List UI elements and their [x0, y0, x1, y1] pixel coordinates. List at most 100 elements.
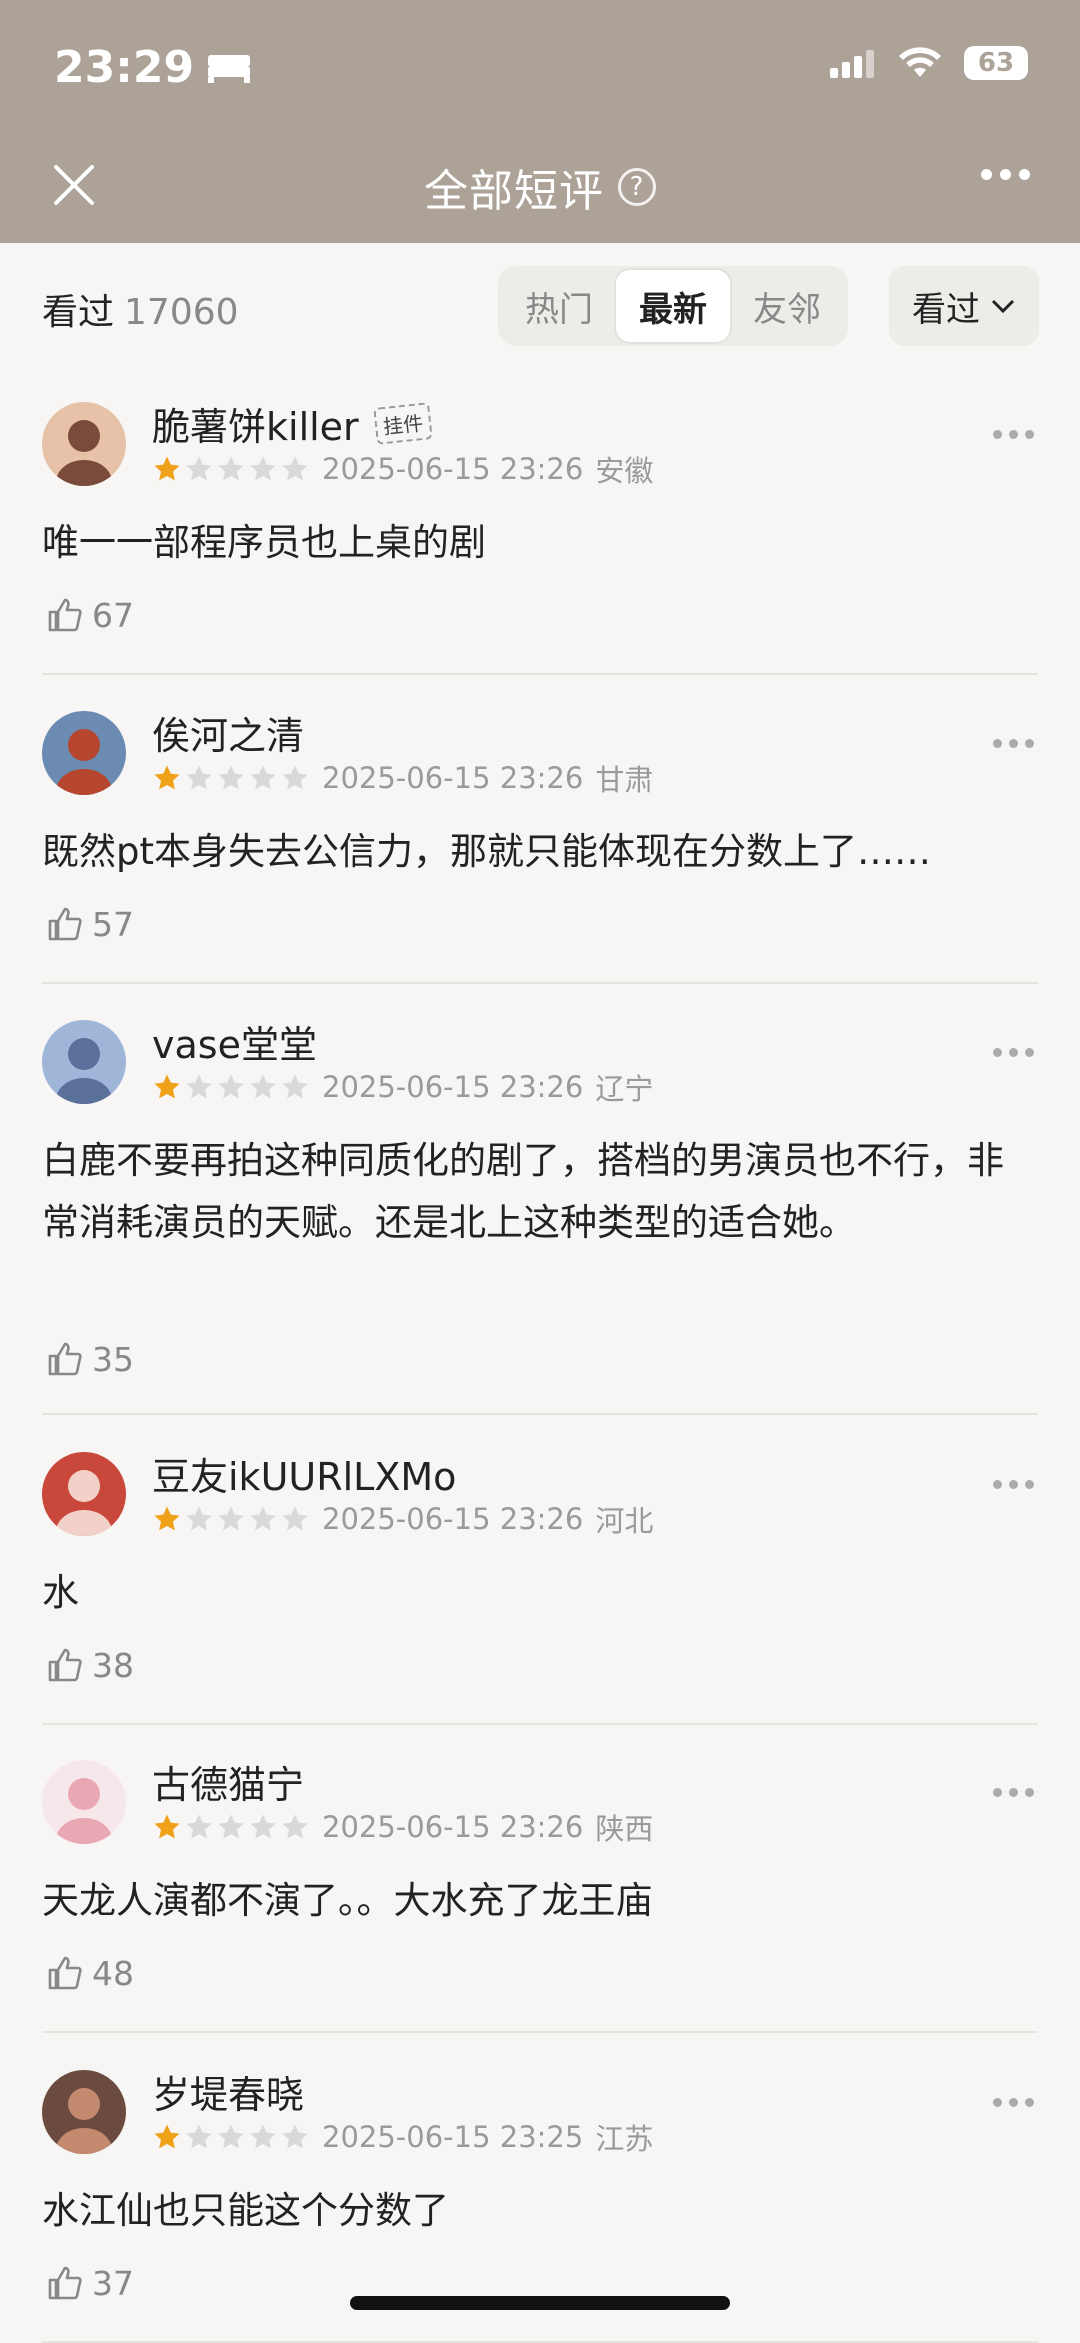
review-location: 陕西: [595, 1812, 654, 1846]
watched-dropdown[interactable]: 看过: [889, 266, 1039, 346]
avatar[interactable]: [42, 1760, 126, 1844]
username-text: 脆薯饼killer: [152, 405, 359, 449]
star-icon: [250, 2124, 276, 2149]
avatar[interactable]: [42, 1452, 126, 1536]
sort-tabs: 热门 最新 友邻: [498, 266, 848, 346]
review-content: 唯一一部程序员也上桌的剧: [42, 521, 486, 564]
star-icon: [186, 1506, 212, 1531]
rating-stars: [152, 1504, 310, 1534]
username[interactable]: vase堂堂: [152, 1014, 317, 1069]
status-bar-time: 23:29: [54, 42, 252, 93]
username[interactable]: 古德猫宁: [152, 1754, 304, 1809]
watched-number: 17060: [124, 292, 239, 333]
review-content: 天龙人演都不演了。。大水充了龙王庙: [42, 1879, 653, 1922]
divider: [42, 1723, 1038, 1725]
help-icon[interactable]: ?: [618, 168, 656, 206]
review-time: 2025-06-15 23:26: [322, 1502, 584, 1536]
star-icon: [186, 456, 212, 481]
star-icon: [186, 765, 212, 790]
star-icon: [154, 2124, 180, 2149]
star-icon: [218, 1506, 244, 1531]
more-options-icon[interactable]: [981, 169, 1030, 180]
more-icon[interactable]: [993, 430, 1034, 439]
thumbs-up-icon: [48, 1956, 82, 1990]
star-icon: [186, 2124, 212, 2149]
review-meta: 2025-06-15 23:25 江苏: [152, 2116, 653, 2158]
review-time: 2025-06-15 23:26: [322, 761, 584, 795]
star-icon: [282, 456, 308, 481]
like-button[interactable]: 38: [44, 1644, 134, 1686]
chevron-down-icon: [991, 299, 1015, 314]
watched-label: 看过: [42, 292, 115, 333]
review-content: 水: [42, 1571, 79, 1614]
tab-latest[interactable]: 最新: [616, 270, 730, 342]
review-item: 古德猫宁 2025-06-15 23:26 陕西 天龙人演都不演了。。大水充了龙…: [0, 1760, 1080, 2033]
avatar[interactable]: [42, 402, 126, 486]
like-button[interactable]: 35: [44, 1338, 134, 1380]
review-content: 既然pt本身失去公信力，那就只能体现在分数上了……: [42, 830, 931, 873]
top-bar: 23:29 63 全部短评 ?: [0, 0, 1080, 243]
wifi-icon: [899, 47, 941, 77]
star-icon: [218, 2124, 244, 2149]
username-text: 豆友ikUURlLXMo: [152, 1455, 457, 1499]
star-icon: [218, 765, 244, 790]
divider: [42, 982, 1038, 984]
review-meta: 2025-06-15 23:26 陕西: [152, 1806, 653, 1848]
tab-friends[interactable]: 友邻: [730, 270, 844, 342]
divider: [42, 673, 1038, 675]
more-icon[interactable]: [993, 2098, 1034, 2107]
more-icon[interactable]: [993, 739, 1034, 748]
like-button[interactable]: 48: [44, 1952, 134, 1994]
page-title-container: 全部短评 ?: [0, 155, 1080, 219]
rating-stars: [152, 763, 310, 793]
bed-icon: [208, 54, 251, 83]
review-meta: 2025-06-15 23:26 辽宁: [152, 1066, 653, 1108]
username[interactable]: 豆友ikUURlLXMo: [152, 1446, 456, 1501]
tab-hot[interactable]: 热门: [502, 270, 616, 342]
star-icon: [154, 1074, 180, 1099]
home-indicator[interactable]: [350, 2296, 730, 2310]
review-item: vase堂堂 2025-06-15 23:26 辽宁 白鹿不要再拍这种同质化的剧…: [0, 1020, 1080, 1415]
signal-icon: [830, 50, 874, 78]
review-meta: 2025-06-15 23:26 安徽: [152, 448, 653, 490]
page-title: 全部短评: [424, 166, 604, 217]
more-icon[interactable]: [993, 1480, 1034, 1489]
star-icon: [282, 765, 308, 790]
divider: [42, 2031, 1038, 2033]
review-time: 2025-06-15 23:26: [322, 452, 584, 486]
star-icon: [154, 1814, 180, 1839]
username[interactable]: 脆薯饼killer 挂件: [152, 396, 433, 451]
review-item: 脆薯饼killer 挂件 2025-06-15 23:26 安徽 唯一一部程序员…: [0, 402, 1080, 675]
like-count: 35: [92, 1339, 134, 1379]
thumbs-up-icon: [48, 598, 82, 632]
more-icon[interactable]: [993, 1788, 1034, 1797]
star-icon: [282, 2124, 308, 2149]
star-icon: [154, 1506, 180, 1531]
clock: 23:29: [54, 42, 195, 93]
like-count: 38: [92, 1645, 134, 1685]
review-time: 2025-06-15 23:26: [322, 1070, 584, 1104]
like-button[interactable]: 37: [44, 2262, 134, 2304]
avatar[interactable]: [42, 2070, 126, 2154]
star-icon: [218, 1074, 244, 1099]
star-icon: [282, 1506, 308, 1531]
divider: [42, 1413, 1038, 1415]
username[interactable]: 岁堤春晓: [152, 2064, 304, 2119]
thumbs-up-icon: [48, 1342, 82, 1376]
username[interactable]: 俟河之清: [152, 705, 304, 760]
watched-dropdown-label: 看过: [912, 289, 980, 330]
review-time: 2025-06-15 23:26: [322, 1810, 584, 1844]
like-count: 37: [92, 2263, 134, 2303]
avatar[interactable]: [42, 1020, 126, 1104]
review-item: 俟河之清 2025-06-15 23:26 甘肃 既然pt本身失去公信力，那就只…: [0, 711, 1080, 984]
username-text: 岁堤春晓: [152, 2073, 305, 2117]
more-icon[interactable]: [993, 1048, 1034, 1057]
watched-count: 看过 17060: [42, 283, 239, 335]
avatar[interactable]: [42, 711, 126, 795]
like-button[interactable]: 67: [44, 594, 134, 636]
like-count: 57: [92, 904, 134, 944]
review-time: 2025-06-15 23:25: [322, 2120, 584, 2154]
review-content: 白鹿不要再拍这种同质化的剧了，搭档的男演员也不行，非常消耗演员的天赋。还是北上这…: [42, 1139, 1004, 1244]
like-button[interactable]: 57: [44, 903, 134, 945]
star-icon: [218, 456, 244, 481]
